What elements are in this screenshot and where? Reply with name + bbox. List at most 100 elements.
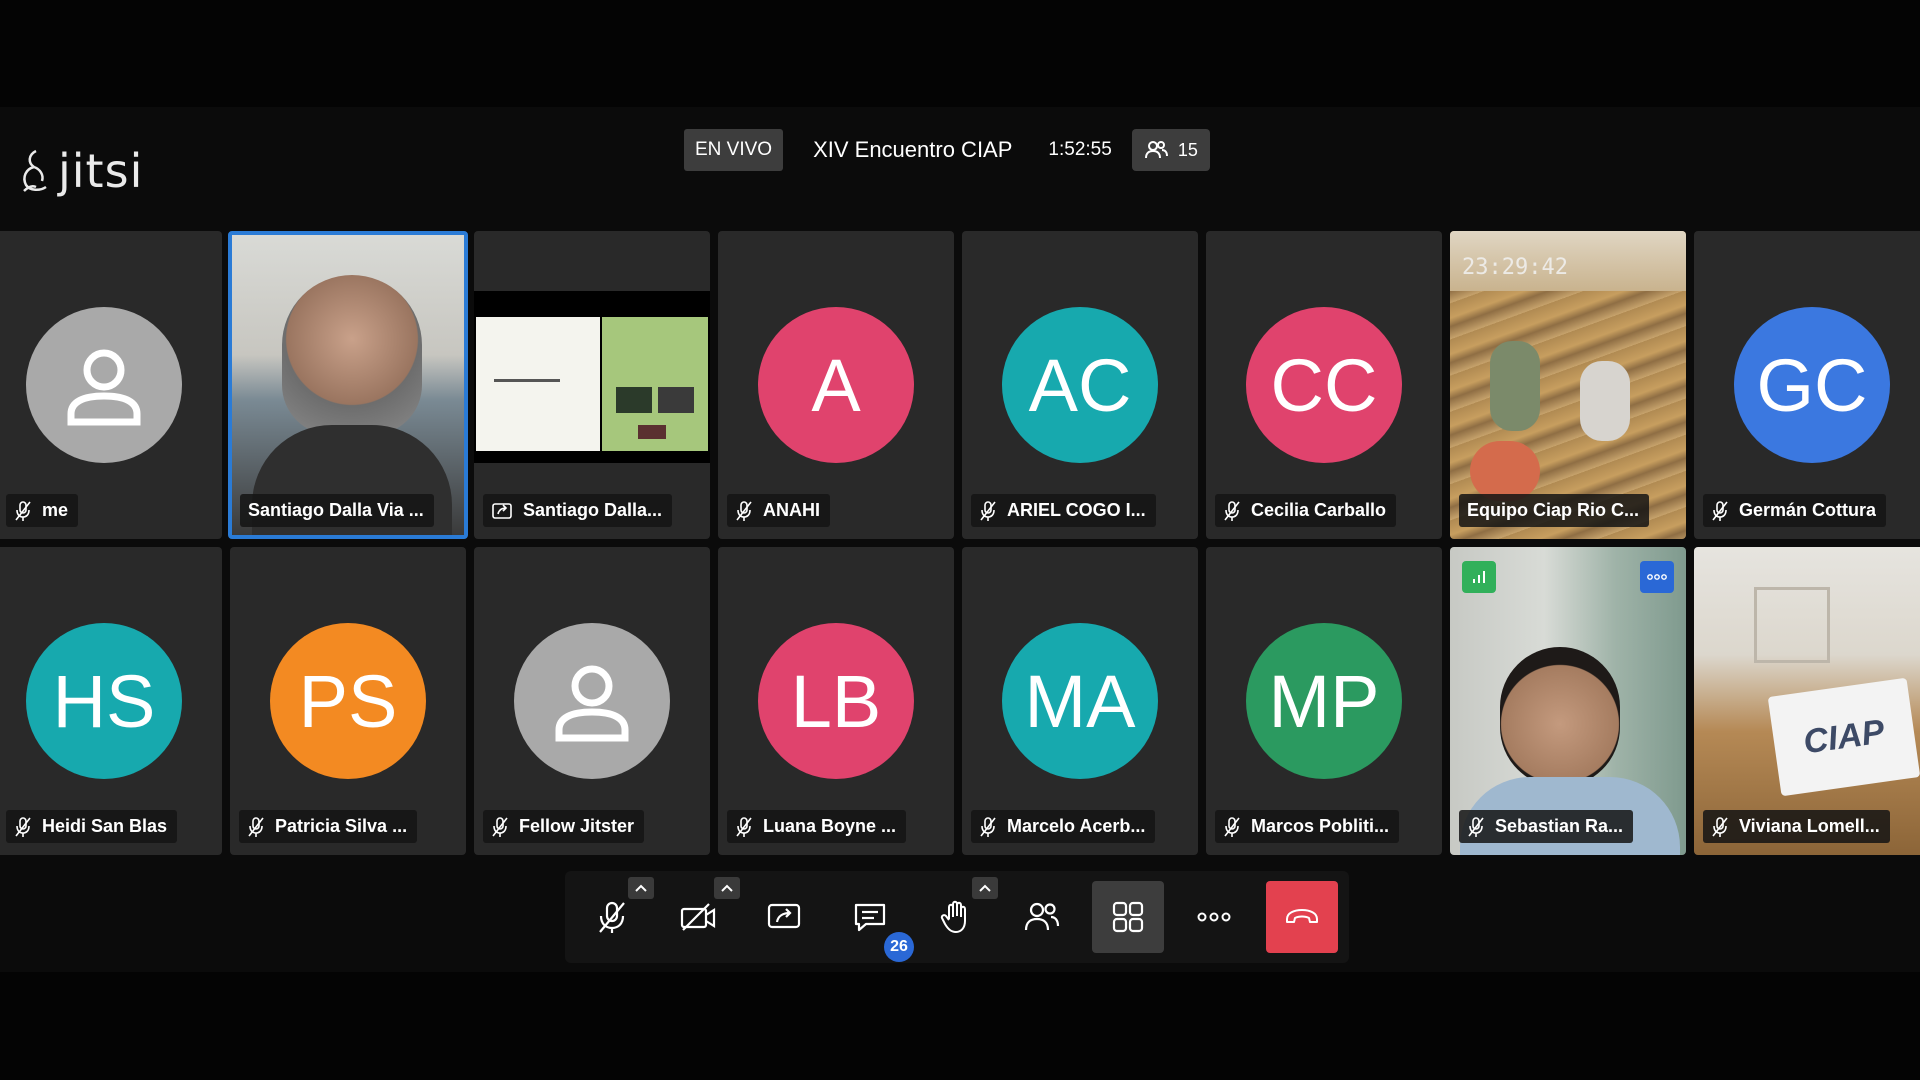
participant-name: Santiago Dalla... — [523, 500, 663, 520]
slide-left — [476, 317, 600, 451]
screen-share-icon — [492, 502, 512, 519]
mic-muted-icon — [1224, 816, 1240, 837]
participant-tile-ariel[interactable]: AC ARIEL COGO I... — [962, 231, 1198, 539]
chat-icon — [854, 903, 886, 932]
slide-right — [602, 317, 708, 451]
mic-muted-icon — [248, 816, 264, 837]
participant-name: Heidi San Blas — [42, 816, 168, 836]
participant-name: Viviana Lomell... — [1739, 816, 1880, 836]
video-timestamp-overlay: 23:29:42 — [1462, 255, 1568, 280]
name-badge: Santiago Dalla... — [483, 494, 673, 527]
participant-name: Germán Cottura — [1739, 500, 1877, 520]
slide-photo — [658, 387, 694, 413]
mic-muted-icon — [1712, 816, 1728, 837]
participants-icon — [1144, 141, 1168, 159]
participant-name: Sebastian Ra... — [1495, 816, 1624, 836]
participant-name: Equipo Ciap Rio C... — [1467, 500, 1639, 520]
sign-text: CIAP — [1801, 712, 1887, 761]
participant-name: Cecilia Carballo — [1251, 500, 1387, 520]
toolbar: 26 — [565, 871, 1349, 963]
participant-tile-luana[interactable]: LB Luana Boyne ... — [718, 547, 954, 855]
mic-muted-icon — [492, 816, 508, 837]
participant-tile-viviana[interactable]: CIAP Viviana Lomell... — [1694, 547, 1920, 855]
name-badge: Viviana Lomell... — [1703, 810, 1890, 843]
default-avatar — [514, 623, 670, 779]
participant-name: ANAHI — [763, 500, 820, 520]
more-dots-icon — [1647, 574, 1667, 580]
more-actions-button[interactable] — [1178, 881, 1250, 953]
participant-tile-equipo-ciap[interactable]: 23:29:42 Equipo Ciap Rio C... — [1450, 231, 1686, 539]
microphone-icon — [599, 901, 625, 933]
live-badge: EN VIVO — [684, 129, 784, 171]
sign-board: CIAP — [1767, 677, 1920, 797]
participant-tile-german[interactable]: GC Germán Cottura — [1694, 231, 1920, 539]
participant-count: 15 — [1177, 139, 1198, 160]
participant-tile-patricia[interactable]: PS Patricia Silva ... — [230, 547, 466, 855]
participant-tile-me[interactable]: me — [0, 231, 222, 539]
participant-tile-fellow-jitster[interactable]: Fellow Jitster — [474, 547, 710, 855]
participant-tile-santiago-screenshare[interactable]: Santiago Dalla... — [474, 231, 710, 539]
name-badge: Luana Boyne ... — [727, 810, 907, 843]
initials-avatar: GC — [1734, 307, 1890, 463]
person-figure — [1490, 341, 1540, 431]
person-head — [1500, 647, 1620, 787]
tile-menu-button[interactable] — [1640, 561, 1674, 593]
hangup-icon — [1286, 909, 1318, 923]
name-badge: Marcelo Acerb... — [971, 810, 1156, 843]
participant-name: Luana Boyne ... — [763, 816, 897, 836]
more-icon — [1197, 912, 1231, 922]
name-badge: Germán Cottura — [1703, 494, 1887, 527]
reactions-options-button[interactable] — [972, 877, 998, 899]
participant-name: Patricia Silva ... — [275, 816, 408, 836]
chevron-up-icon — [721, 884, 733, 892]
slide-photo — [638, 425, 666, 439]
microphone-options-button[interactable] — [628, 877, 654, 899]
tile-view-button[interactable] — [1092, 881, 1164, 953]
participant-tile-cecilia[interactable]: CC Cecilia Carballo — [1206, 231, 1442, 539]
name-badge: ARIEL COGO I... — [971, 494, 1156, 527]
raise-hand-icon — [940, 900, 966, 933]
jitsi-logo-icon — [23, 149, 47, 192]
participant-count-button[interactable]: 15 — [1131, 129, 1210, 171]
participants-button[interactable] — [1006, 881, 1078, 953]
mic-muted-icon — [736, 500, 752, 521]
mic-muted-icon — [1468, 816, 1484, 837]
window-frame — [1754, 587, 1830, 663]
participant-tile-anahi[interactable]: A ANAHI — [718, 231, 954, 539]
initials-avatar: MA — [1002, 623, 1158, 779]
participant-tile-heidi[interactable]: HS Heidi San Blas — [0, 547, 222, 855]
name-badge: Sebastian Ra... — [1459, 810, 1634, 843]
name-badge: Santiago Dalla Via ... — [240, 494, 434, 527]
name-badge: ANAHI — [727, 494, 830, 527]
participant-tile-marcelo[interactable]: MA Marcelo Acerb... — [962, 547, 1198, 855]
conference-info-bar: EN VIVO XIV Encuentro CIAP 1:52:55 15 — [684, 129, 1210, 171]
name-badge: Equipo Ciap Rio C... — [1459, 494, 1649, 527]
mic-muted-icon — [980, 816, 996, 837]
camera-options-button[interactable] — [714, 877, 740, 899]
name-badge: Cecilia Carballo — [1215, 494, 1397, 527]
share-screen-icon — [767, 903, 801, 929]
tile-view-icon — [1112, 901, 1144, 933]
mic-muted-icon — [15, 816, 31, 837]
initials-avatar: A — [758, 307, 914, 463]
connection-indicator[interactable] — [1462, 561, 1496, 593]
initials-avatar: HS — [26, 623, 182, 779]
user-icon — [67, 349, 141, 426]
slide-photo — [616, 387, 652, 413]
participants-icon — [1024, 902, 1060, 931]
person-figure — [1470, 441, 1540, 501]
conference-timer: 1:52:55 — [1048, 139, 1112, 160]
share-screen-button[interactable] — [748, 881, 820, 953]
video-feed: CIAP — [1694, 547, 1920, 855]
initials-avatar: LB — [758, 623, 914, 779]
user-icon — [555, 665, 629, 742]
participant-name: me — [42, 500, 69, 520]
logo-text: jitsi — [58, 144, 144, 198]
participant-tile-marcos[interactable]: MP Marcos Pobliti... — [1206, 547, 1442, 855]
hangup-button[interactable] — [1266, 881, 1338, 953]
participant-name: Santiago Dalla Via ... — [248, 500, 424, 520]
participant-tile-sebastian[interactable]: Sebastian Ra... — [1450, 547, 1686, 855]
default-avatar — [26, 307, 182, 463]
participant-tile-santiago-video[interactable]: Santiago Dalla Via ... — [228, 231, 468, 539]
jitsi-logo: jitsi — [18, 143, 143, 199]
